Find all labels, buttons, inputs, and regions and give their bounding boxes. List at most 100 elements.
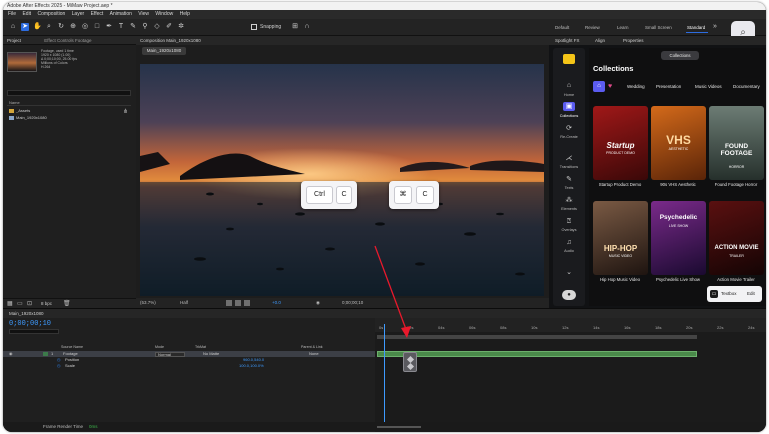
collection-card-startup[interactable]: Startup PRODUCT DEMO <box>593 106 648 180</box>
menu-help[interactable]: Help <box>180 10 190 19</box>
label-color-swatch[interactable] <box>43 352 48 356</box>
layer-search-input[interactable] <box>9 329 59 334</box>
more-icon[interactable]: ⌄ <box>563 268 575 277</box>
snap-options-icon[interactable]: ⊞ <box>291 23 299 31</box>
nav-transitions[interactable]: Transitions <box>553 165 585 169</box>
parent-link-header[interactable]: Parent & Link <box>301 345 323 350</box>
rectangle-tool-icon[interactable]: □ <box>93 23 101 31</box>
menu-composition[interactable]: Composition <box>37 10 65 19</box>
rotate-tool-icon[interactable]: ↻ <box>57 23 65 31</box>
workspace-small-screen[interactable]: Small Screen <box>645 24 672 32</box>
project-tab[interactable]: Project <box>7 38 21 43</box>
home-icon[interactable]: ⌂ <box>9 23 17 31</box>
timeline-tab[interactable]: Main_1920x1080 <box>3 309 766 318</box>
zoom-tool-icon[interactable]: ⌕ <box>45 23 53 31</box>
favorites-heart-icon[interactable]: ♥ <box>608 81 612 92</box>
bit-depth-label[interactable]: 8 bpc <box>41 301 52 306</box>
pen-tool-icon[interactable]: ✒ <box>105 23 113 31</box>
camera-tool-icon[interactable]: ⊕ <box>69 23 77 31</box>
recreate-icon[interactable]: ⟳ <box>563 124 575 133</box>
brush-tool-icon[interactable]: ✎ <box>129 23 137 31</box>
source-name-header[interactable]: Source Name <box>61 345 83 350</box>
pan-behind-tool-icon[interactable]: ◎ <box>81 23 89 31</box>
time-ruler[interactable] <box>375 318 766 332</box>
new-comp-icon[interactable]: ⊡ <box>27 300 32 307</box>
menu-animation[interactable]: Animation <box>110 10 132 19</box>
nav-elements[interactable]: Elements <box>553 207 585 211</box>
clone-tool-icon[interactable]: ⚲ <box>141 23 149 31</box>
collection-card-hip-hop[interactable]: HIP-HOP MUSIC VIDEO <box>593 201 648 275</box>
mode-header[interactable]: Mode <box>155 345 164 350</box>
scale-value[interactable]: 100.0,100.0% <box>239 363 264 369</box>
trkmat-header[interactable]: TrkMat <box>195 345 206 350</box>
menu-effect[interactable]: Effect <box>91 10 104 19</box>
menu-edit[interactable]: Edit <box>22 10 31 19</box>
audio-icon[interactable]: ♫ <box>563 238 575 247</box>
workspace-standard[interactable]: Standard <box>687 24 705 32</box>
menu-layer[interactable]: Layer <box>72 10 85 19</box>
project-item-assets[interactable]: _Assets <box>7 108 131 114</box>
resolution-dropdown[interactable]: Half <box>180 298 188 308</box>
transitions-icon[interactable]: ⋌ <box>563 154 575 163</box>
nav-texts[interactable]: Texts <box>553 186 585 190</box>
timeline-current-time[interactable]: 0;00;00;10 <box>9 320 51 328</box>
zoom-dropdown[interactable]: (53.7%) <box>140 298 156 308</box>
collection-card-found-footage[interactable]: FOUND FOOTAGE HORROR <box>709 106 764 180</box>
nav-overlays[interactable]: Overlays <box>553 228 585 232</box>
composition-tab[interactable]: Composition Main_1920x1080 <box>136 36 549 45</box>
nav-home[interactable]: Home <box>553 93 585 97</box>
workspace-default[interactable]: Default <box>555 24 569 32</box>
workspace-review[interactable]: Review <box>585 24 600 32</box>
category-music-videos[interactable]: Music Videos <box>695 82 722 92</box>
puppet-tool-icon[interactable]: ✲ <box>177 23 185 31</box>
elements-icon[interactable]: ⁂ <box>563 196 575 205</box>
project-search-input[interactable] <box>7 90 131 96</box>
collection-card-vhs[interactable]: VHS AESTHETIC <box>651 106 706 180</box>
transparency-grid-icon[interactable] <box>235 300 241 306</box>
tab-align[interactable]: Align <box>595 36 605 45</box>
nav-audio[interactable]: Audio <box>553 249 585 253</box>
collections-icon[interactable]: ▣ <box>563 102 575 111</box>
mode-dropdown[interactable]: Normal <box>155 351 185 357</box>
stopwatch-icon[interactable]: ◷ <box>57 363 61 369</box>
keyframe-scale[interactable] <box>406 362 415 371</box>
composition-viewer[interactable] <box>140 64 544 296</box>
timeline-zoom-slider[interactable] <box>377 426 421 428</box>
category-presentation[interactable]: Presentation <box>656 82 681 92</box>
menu-file[interactable]: File <box>8 10 16 19</box>
property-row-scale[interactable]: ◷ Scale 100.0,100.0% <box>3 363 375 369</box>
work-area-bar[interactable] <box>377 335 697 339</box>
roto-brush-icon[interactable]: ✐ <box>165 23 173 31</box>
snap-magnet-icon[interactable]: ∩ <box>303 23 311 31</box>
collection-card-psychedelic[interactable]: Psychedelic LIVE SHOW <box>651 201 706 275</box>
delete-icon[interactable]: 🗑 <box>63 300 71 307</box>
hand-tool-icon[interactable]: ✋ <box>33 23 42 31</box>
collection-card-action-movie[interactable]: ACTION MOVIE TRAILER <box>709 201 764 275</box>
textbox-label[interactable]: Textbox <box>721 290 737 298</box>
snapshot-icon[interactable]: ◉ <box>316 298 320 308</box>
project-item-comp[interactable]: Main_1920x1080 <box>7 115 131 121</box>
home-icon[interactable]: ⌂ <box>563 81 575 90</box>
type-tool-icon[interactable]: T <box>117 23 125 31</box>
selection-tool-icon[interactable]: ➤ <box>21 23 29 31</box>
category-documentary[interactable]: Documentary <box>733 82 760 92</box>
exposure-value[interactable]: +0.0 <box>272 298 281 308</box>
selected-keyframes[interactable] <box>403 352 417 372</box>
menu-window[interactable]: Window <box>155 10 173 19</box>
current-time-display[interactable]: 0;00;00;10 <box>342 298 363 308</box>
menu-view[interactable]: View <box>138 10 149 19</box>
effect-controls-tab[interactable]: Effect Controls Footage <box>44 38 91 43</box>
category-wedding[interactable]: Wedding <box>627 82 645 92</box>
tab-properties[interactable]: Properties <box>623 36 644 45</box>
user-avatar[interactable]: ● <box>562 290 576 300</box>
edit-button[interactable]: Edit <box>747 290 755 298</box>
nav-re-create[interactable]: Re-Create <box>553 135 585 139</box>
flowchart-icon[interactable]: ⋔ <box>123 108 128 115</box>
new-folder-icon[interactable]: ▭ <box>17 300 23 307</box>
workspace-learn[interactable]: Learn <box>617 24 629 32</box>
overlays-icon[interactable]: ⍰ <box>563 217 575 226</box>
home-filter-icon[interactable]: ⌂ <box>593 81 605 92</box>
texts-icon[interactable]: ✎ <box>563 175 575 184</box>
eraser-tool-icon[interactable]: ◇ <box>153 23 161 31</box>
snapping-checkbox[interactable] <box>251 24 257 30</box>
